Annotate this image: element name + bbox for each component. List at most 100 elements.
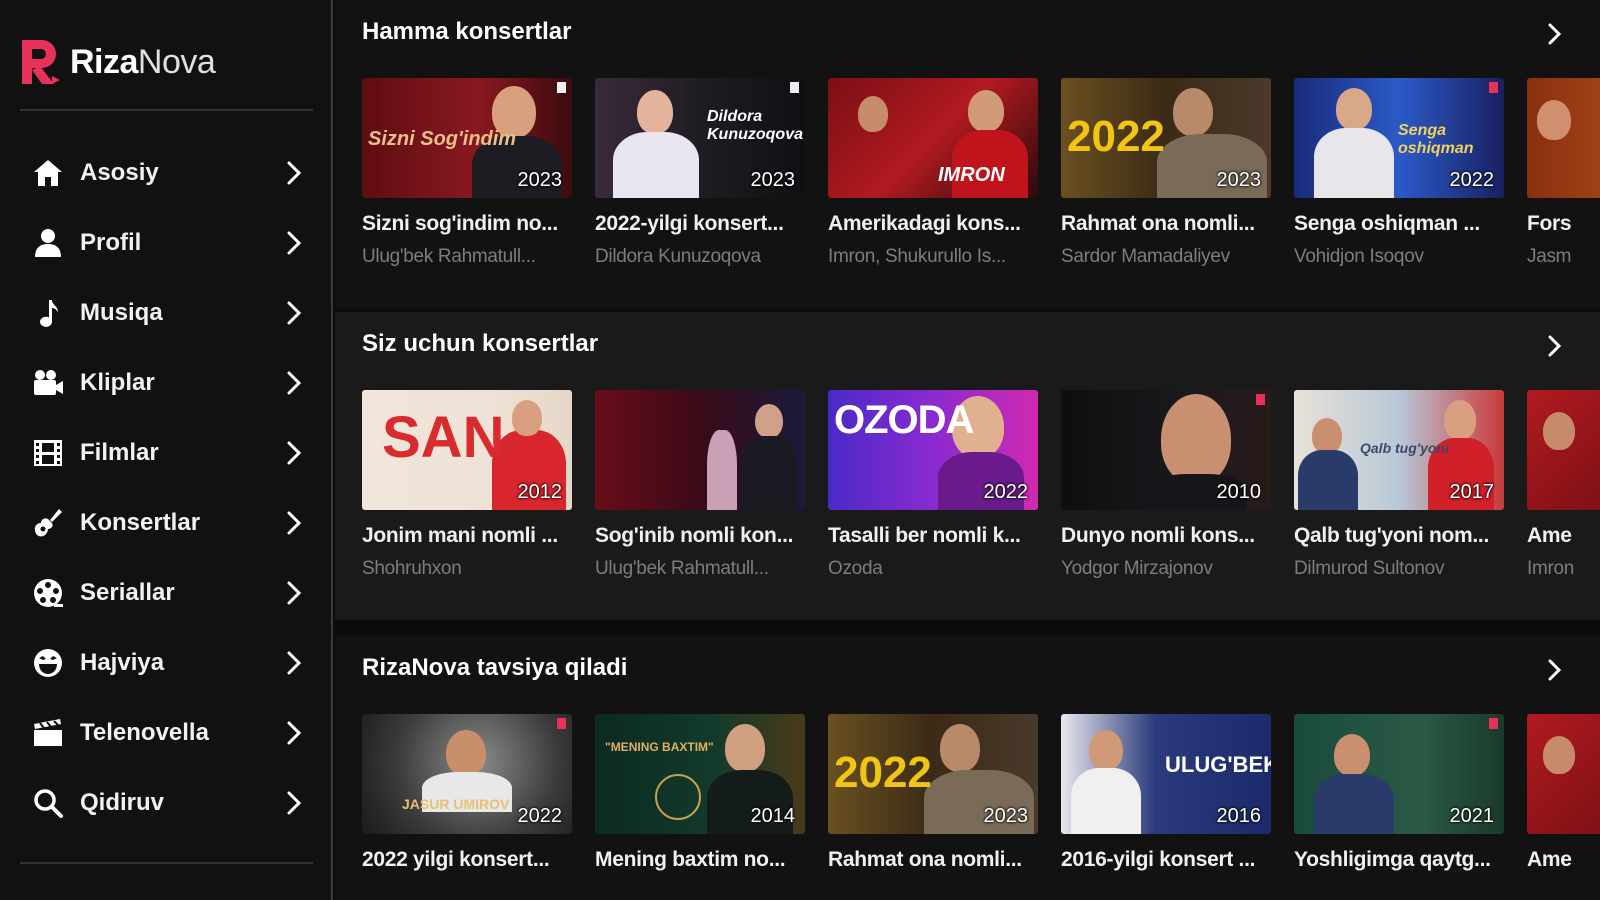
home-icon [31, 156, 65, 190]
concert-card[interactable]: Dildora Kunuzoqova 2023 2022-yilgi konse… [595, 78, 805, 268]
thumbnail-caption: 2022 [1067, 112, 1165, 161]
thumbnail-caption: OZODA [834, 398, 974, 442]
chevron-right-icon[interactable] [1545, 20, 1565, 48]
card-title: 2016-yilgi konsert ... [1061, 848, 1256, 871]
music-note-icon [31, 296, 65, 330]
card-artist: Ulug'bek Rahmatull... [595, 558, 769, 579]
card-artist: Dilmurod Sultonov [1294, 558, 1445, 579]
chevron-right-icon [287, 791, 302, 815]
sidebar-item-label: Konsertlar [80, 509, 201, 536]
thumbnail-caption: Qalb tug'yoni [1360, 440, 1449, 456]
concert-thumbnail [1527, 714, 1600, 834]
chevron-right-icon [287, 651, 302, 675]
year-badge: 2023 [983, 805, 1029, 827]
concert-thumbnail [1527, 78, 1600, 198]
section-rizanova-tavsiya: RizaNova tavsiya qiladi JASUR UMIROV 202… [335, 636, 1600, 900]
sidebar: RizaNova Asosiy Profil Musiqa Kliplar Fi… [0, 0, 333, 900]
user-icon [31, 226, 65, 260]
year-badge: 2023 [517, 169, 563, 191]
section-title: Hamma konsertlar [362, 18, 572, 45]
card-title: Tasalli ber nomli k... [828, 524, 1021, 547]
sidebar-divider [20, 862, 313, 864]
concert-thumbnail: 2021 [1294, 714, 1504, 834]
sidebar-item-filmlar[interactable]: Filmlar [0, 418, 331, 488]
concert-card[interactable]: Sizni Sog'indim 2023 Sizni sog'indim no.… [362, 78, 572, 268]
bookmark-icon [1489, 82, 1498, 93]
concert-card[interactable]: "MENING BAXTIM" 2014 Mening baxtim no... [595, 714, 805, 872]
chevron-right-icon [287, 441, 302, 465]
sidebar-item-label: Seriallar [80, 579, 175, 606]
concert-card[interactable]: Ame Imron [1527, 390, 1600, 580]
sidebar-item-telenovella[interactable]: Telenovella [0, 698, 331, 768]
year-badge: 2021 [1449, 805, 1495, 827]
card-artist: Ulug'bek Rahmatull... [362, 246, 536, 267]
sidebar-item-label: Asosiy [80, 159, 159, 186]
card-artist: Sardor Mamadaliyev [1061, 246, 1230, 267]
concert-card[interactable]: OZODA 2022 Tasalli ber nomli k... Ozoda [828, 390, 1038, 580]
bookmark-icon [1256, 394, 1265, 405]
sidebar-item-qidiruv[interactable]: Qidiruv [0, 768, 331, 838]
chevron-right-icon[interactable] [1545, 656, 1565, 684]
card-title: Rahmat ona nomli... [1061, 212, 1255, 235]
concert-card[interactable]: JASUR UMIROV 2022 2022 yilgi konsert... [362, 714, 572, 872]
sidebar-item-label: Musiqa [80, 299, 163, 326]
sidebar-item-profil[interactable]: Profil [0, 208, 331, 278]
thumbnail-caption: ULUG'BEK [1165, 752, 1271, 777]
bookmark-icon [557, 718, 566, 729]
guitar-icon [31, 506, 65, 540]
brand-logo[interactable]: RizaNova [18, 34, 216, 90]
concert-card[interactable]: 2022 2023 Rahmat ona nomli... [828, 714, 1038, 872]
concert-card[interactable]: Senga oshiqman 2022 Senga oshiqman ... V… [1294, 78, 1504, 268]
thumbnail-caption: "MENING BAXTIM" [605, 740, 714, 754]
card-row: JASUR UMIROV 2022 2022 yilgi konsert... … [362, 714, 1600, 900]
concert-thumbnail: 2010 [1061, 390, 1271, 510]
sidebar-item-kliplar[interactable]: Kliplar [0, 348, 331, 418]
thumbnail-caption: Dildora Kunuzoqova [707, 108, 803, 143]
card-title: Ame [1527, 524, 1572, 547]
chevron-right-icon [287, 231, 302, 255]
concert-card[interactable]: IMRON Amerikadagi kons... Imron, Shukuru… [828, 78, 1038, 268]
card-title: Mening baxtim no... [595, 848, 786, 871]
concert-thumbnail: JASUR UMIROV 2022 [362, 714, 572, 834]
concert-card[interactable]: 2010 Dunyo nomli kons... Yodgor Mirzajon… [1061, 390, 1271, 580]
card-artist: Shohruhxon [362, 558, 462, 579]
concert-thumbnail: 2022 2023 [828, 714, 1038, 834]
concert-card[interactable]: 2022 2023 Rahmat ona nomli... Sardor Mam… [1061, 78, 1271, 268]
sidebar-nav: Asosiy Profil Musiqa Kliplar Filmlar Kon… [0, 138, 331, 838]
concert-card[interactable]: ULUG'BEK 2016 2016-yilgi konsert ... [1061, 714, 1271, 872]
video-camera-icon [31, 366, 65, 400]
concert-card[interactable]: 2021 Yoshligimga qaytg... [1294, 714, 1504, 872]
section-siz-uchun-konsertlar: Siz uchun konsertlar SAN 2012 Jonim mani… [335, 312, 1600, 620]
concert-card[interactable]: Sog'inib nomli kon... Ulug'bek Rahmatull… [595, 390, 805, 580]
card-title: Jonim mani nomli ... [362, 524, 558, 547]
year-badge: 2010 [1216, 481, 1262, 503]
card-title: Rahmat ona nomli... [828, 848, 1022, 871]
sidebar-item-label: Filmlar [80, 439, 159, 466]
concert-card[interactable]: Qalb tug'yoni 2017 Qalb tug'yoni nom... … [1294, 390, 1504, 580]
sidebar-item-asosiy[interactable]: Asosiy [0, 138, 331, 208]
sidebar-divider [20, 109, 313, 111]
year-badge: 2023 [750, 169, 796, 191]
sidebar-item-konsertlar[interactable]: Konsertlar [0, 488, 331, 558]
sidebar-item-musiqa[interactable]: Musiqa [0, 278, 331, 348]
card-title: Qalb tug'yoni nom... [1294, 524, 1489, 547]
sidebar-item-label: Telenovella [80, 719, 209, 746]
card-title: 2022-yilgi konsert... [595, 212, 784, 235]
concert-card[interactable]: SAN 2012 Jonim mani nomli ... Shohruhxon [362, 390, 572, 580]
chevron-right-icon[interactable] [1545, 332, 1565, 360]
sidebar-item-hajviya[interactable]: Hajviya [0, 628, 331, 698]
concert-thumbnail: Qalb tug'yoni 2017 [1294, 390, 1504, 510]
search-icon [31, 786, 65, 820]
chevron-right-icon [287, 511, 302, 535]
card-artist: Ozoda [828, 558, 883, 579]
thumbnail-caption: IMRON [938, 164, 1005, 186]
year-badge: 2016 [1216, 805, 1262, 827]
thumbnail-caption: 2022 [834, 748, 932, 797]
sidebar-item-seriallar[interactable]: Seriallar [0, 558, 331, 628]
film-icon [31, 436, 65, 470]
year-badge: 2023 [1216, 169, 1262, 191]
concert-card[interactable]: Fors Jasm [1527, 78, 1600, 268]
sidebar-item-label: Kliplar [80, 369, 155, 396]
concert-card[interactable]: Ame [1527, 714, 1600, 872]
year-badge: 2022 [1449, 169, 1495, 191]
